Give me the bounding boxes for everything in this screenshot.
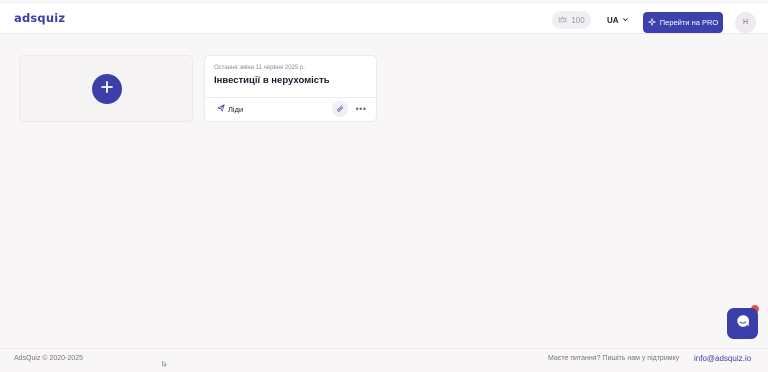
- card-divider: [205, 97, 376, 98]
- mouse-cursor-icon: [162, 354, 168, 367]
- leads-label: Ліди: [228, 104, 244, 114]
- chevron-down-icon: [622, 16, 629, 25]
- upgrade-pro-button[interactable]: Перейти на PRO: [643, 12, 723, 33]
- chat-bubble-icon: [735, 313, 751, 334]
- quiz-last-change: Остання зміна 11 червня 2025 р.: [214, 65, 305, 71]
- credits-badge: 100: [552, 11, 591, 29]
- language-selector[interactable]: UA: [607, 13, 629, 27]
- leads-link[interactable]: Ліди: [217, 103, 243, 115]
- credits-count: 100: [571, 15, 585, 25]
- quiz-card[interactable]: Остання зміна 11 червня 2025 р. Інвестиц…: [204, 55, 377, 122]
- more-options-icon[interactable]: •••: [354, 101, 368, 117]
- avatar-initial: Н: [742, 19, 749, 26]
- link-icon: [336, 100, 344, 118]
- crown-icon: [558, 15, 567, 26]
- support-chat-button[interactable]: [727, 308, 758, 339]
- quiz-title[interactable]: Інвестиції в нерухомість: [214, 75, 330, 86]
- footer-divider: [0, 348, 768, 349]
- user-avatar[interactable]: Н: [735, 12, 756, 33]
- send-icon: [217, 104, 225, 114]
- language-label: UA: [607, 15, 619, 25]
- plus-icon: [101, 80, 113, 98]
- create-quiz-card[interactable]: [19, 55, 193, 122]
- top-navigation-bar: adsquiz 100 UA Перейти на PRO Н: [0, 4, 768, 34]
- upgrade-pro-label: Перейти на PRO: [659, 18, 719, 27]
- sparkle-icon: [648, 17, 656, 28]
- app-logo[interactable]: adsquiz: [14, 11, 65, 25]
- copy-link-button[interactable]: [332, 101, 348, 117]
- add-quiz-button[interactable]: [92, 74, 122, 104]
